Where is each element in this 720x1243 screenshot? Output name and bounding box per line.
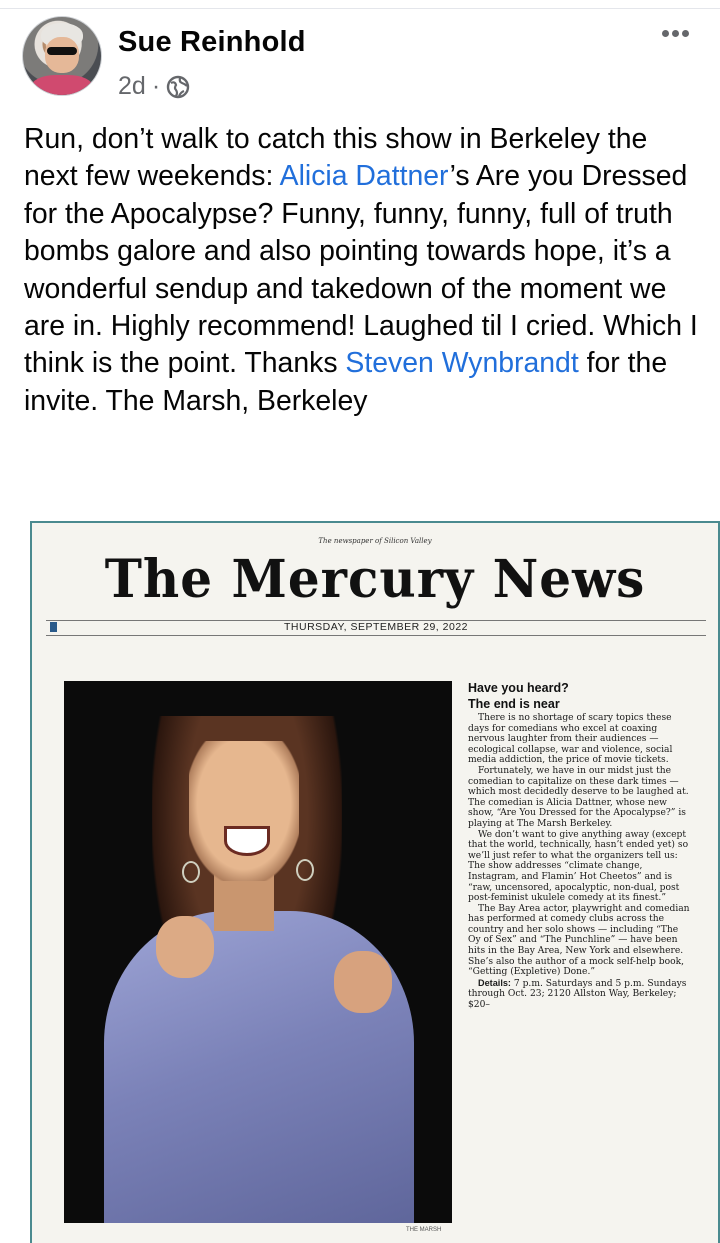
newspaper-clipping: The newspaper of Silicon Valley The Merc… (32, 523, 718, 1243)
tagged-steven-wynbrandt-link[interactable]: Steven Wynbrandt (345, 347, 578, 379)
newspaper-tagline: The newspaper of Silicon Valley (318, 537, 432, 545)
article-headline-2: The end is near (468, 697, 560, 711)
newspaper-date: THURSDAY, SEPTEMBER 29, 2022 (283, 621, 468, 633)
author-avatar[interactable] (22, 16, 102, 96)
photo-credit: THE MARSH (406, 1227, 442, 1233)
article: Have you heard? The end is near There is… (468, 681, 690, 1011)
newspaper-dateline: THURSDAY, SEPTEMBER 29, 2022 (46, 620, 706, 636)
post-photo[interactable]: The newspaper of Silicon Valley The Merc… (30, 521, 720, 1243)
meta-separator: · (151, 72, 161, 100)
top-divider (0, 0, 720, 9)
post-time[interactable]: 2d (118, 72, 146, 101)
comedian-photo (64, 681, 452, 1223)
post-header: Sue Reinhold 2d · (22, 16, 702, 106)
newspaper-masthead: The Mercury News (104, 547, 646, 610)
details-label: Details: (478, 977, 511, 988)
tagged-alicia-dattner-link[interactable]: Alicia Dattner (280, 160, 450, 192)
article-paragraph: There is no shortage of scary topics the… (468, 713, 673, 766)
article-paragraph: The Bay Area actor, playwright and comed… (468, 903, 690, 978)
post-body: Run, don’t walk to catch this show in Be… (24, 121, 704, 420)
article-paragraph: Fortunately, we have in our midst just t… (468, 765, 689, 829)
more-horizontal-icon[interactable] (662, 24, 696, 38)
post-meta: 2d · (118, 72, 190, 101)
author-name[interactable]: Sue Reinhold (118, 26, 306, 59)
globe-icon[interactable] (166, 75, 190, 99)
article-details: Details: 7 p.m. Saturdays and 5 p.m. Sun… (468, 978, 690, 1011)
article-headline-1: Have you heard? (468, 681, 569, 695)
article-paragraph: We don’t want to give anything away (exc… (468, 829, 689, 904)
